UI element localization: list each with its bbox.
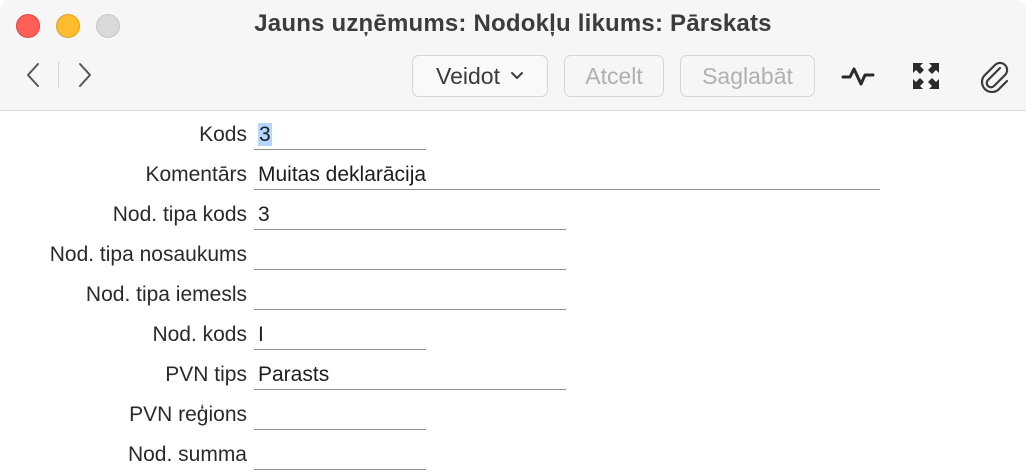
chevron-down-icon xyxy=(510,71,524,81)
create-button-label: Veidot xyxy=(436,62,500,89)
field-label: Nod. tipa kods xyxy=(112,203,247,226)
field-label: PVN reģions xyxy=(129,403,247,426)
field-label: Nod. tipa iemesls xyxy=(85,283,247,306)
field-label: Nod. tipa nosaukums xyxy=(49,243,247,266)
expand-arrows-icon xyxy=(913,63,939,89)
field-label: Komentārs xyxy=(145,163,247,186)
form-row-vat-region: PVN reģions xyxy=(0,393,1026,433)
form-row-tax-type-reason: Nod. tipa iemesls xyxy=(0,273,1026,313)
form-row-tax-type-code: Nod. tipa kods 3 xyxy=(0,193,1026,233)
tax-type-reason-field[interactable] xyxy=(254,281,566,310)
form-row-tax-type-name: Nod. tipa nosaukums xyxy=(0,233,1026,273)
save-button-label: Saglabāt xyxy=(702,62,793,89)
vat-region-field[interactable] xyxy=(254,401,426,430)
form-row-tax-amount: Nod. summa xyxy=(0,433,1026,473)
forward-button[interactable] xyxy=(68,58,102,92)
code-field[interactable]: 3 xyxy=(254,121,426,150)
create-button[interactable]: Veidot xyxy=(412,55,548,97)
save-button[interactable]: Saglabāt xyxy=(680,55,815,97)
tax-amount-field[interactable] xyxy=(254,441,426,470)
attach-button[interactable] xyxy=(976,58,1012,94)
window-title: Jauns uzņēmums: Nodokļu likums: Pārskats xyxy=(254,10,772,37)
field-label: Nod. summa xyxy=(127,443,247,466)
nav-divider xyxy=(58,62,59,88)
toolbar: Jauns uzņēmums: Nodokļu likums: Pārskats… xyxy=(0,0,1026,111)
activity-button[interactable] xyxy=(840,58,876,94)
field-value: 3 xyxy=(258,123,272,146)
form-row-vat-type: PVN tips Parasts xyxy=(0,353,1026,393)
chevron-right-icon xyxy=(79,63,91,87)
paperclip-icon xyxy=(980,61,1009,93)
field-label: PVN tips xyxy=(165,363,247,386)
cancel-button-label: Atcelt xyxy=(585,62,643,89)
app-window: Jauns uzņēmums: Nodokļu likums: Pārskats… xyxy=(0,0,1026,476)
tax-type-code-field[interactable]: 3 xyxy=(254,201,566,230)
form-row-komentars: Komentārs Muitas deklarācija xyxy=(0,153,1026,193)
form-row-tax-code: Nod. kods I xyxy=(0,313,1026,353)
expand-button[interactable] xyxy=(908,58,944,94)
comment-field[interactable]: Muitas deklarācija xyxy=(254,161,880,190)
tax-code-field[interactable]: I xyxy=(254,321,426,350)
back-button[interactable] xyxy=(16,58,50,92)
tax-type-name-field[interactable] xyxy=(254,241,566,270)
vat-type-field[interactable]: Parasts xyxy=(254,361,566,390)
pulse-icon xyxy=(841,67,875,86)
field-label: Kods xyxy=(199,123,247,146)
form-row-kods: Kods 3 xyxy=(0,113,1026,153)
form-panel: Kods 3 Komentārs Muitas deklarācija Nod.… xyxy=(0,111,1026,476)
chevron-left-icon xyxy=(27,63,39,87)
field-label: Nod. kods xyxy=(152,323,247,346)
cancel-button[interactable]: Atcelt xyxy=(564,55,664,97)
